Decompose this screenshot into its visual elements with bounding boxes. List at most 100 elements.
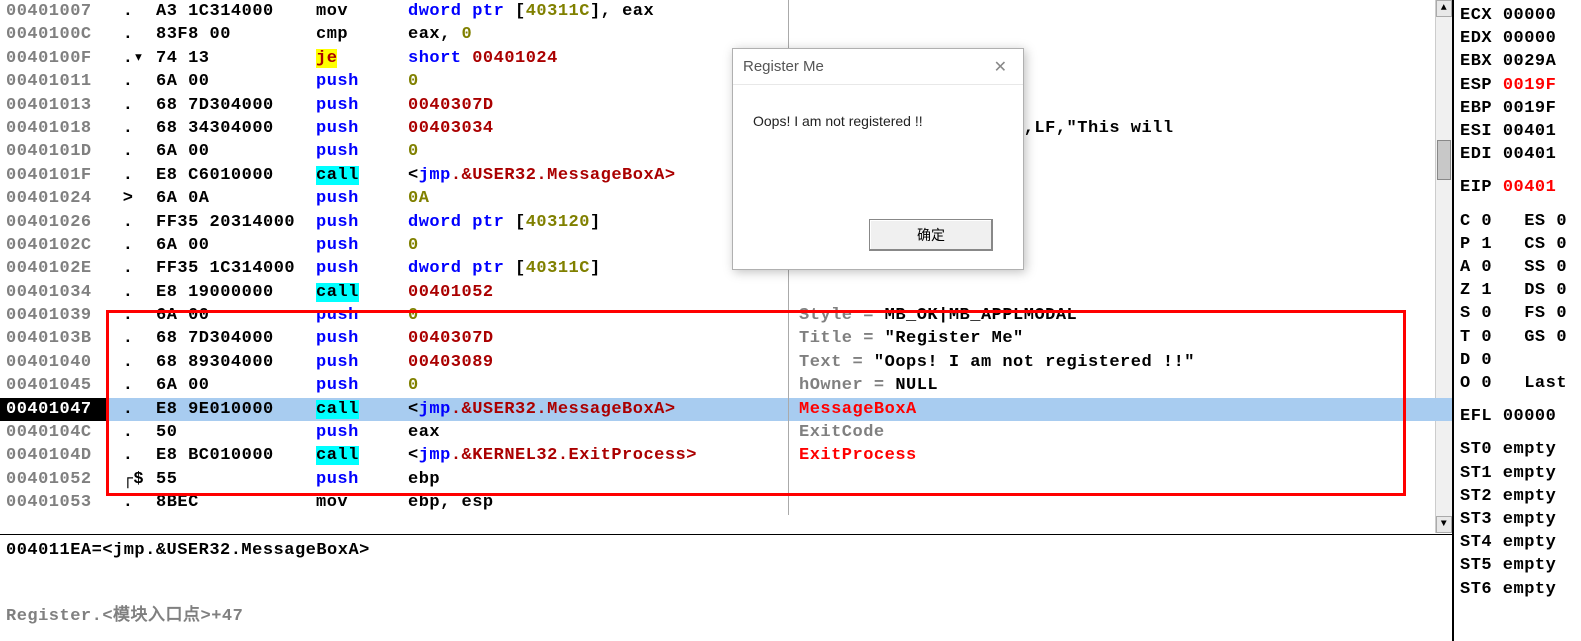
bytes-cell: E8 19000000: [156, 281, 316, 304]
mnemonic-cell: push: [316, 117, 408, 140]
marker-cell: ┌$: [108, 468, 156, 491]
flag-line: A 0 SS 0: [1460, 256, 1581, 279]
operands-cell: 0A: [408, 187, 788, 210]
bytes-cell: 8BEC: [156, 491, 316, 514]
disassembly-table[interactable]: 00401007 .A3 1C314000movdword ptr [40311…: [0, 0, 1452, 535]
disasm-row[interactable]: 00401040 .68 89304000push00403089Text = …: [0, 351, 1452, 374]
status-line-1: 004011EA=<jmp.&USER32.MessageBoxA>: [6, 539, 1446, 563]
address-cell: 0040104D: [0, 444, 108, 467]
disasm-row[interactable]: 00401024 >6A 0Apush0A: [0, 187, 1452, 210]
mnemonic-cell: mov: [316, 0, 408, 23]
disasm-row[interactable]: 00401045 .6A 00push0hOwner = NULL: [0, 374, 1452, 397]
disasm-row[interactable]: 00401052 ┌$55pushebp: [0, 468, 1452, 491]
disasm-row[interactable]: 0040104D .E8 BC010000call<jmp.&KERNEL32.…: [0, 444, 1452, 467]
operands-cell: 00401052: [408, 281, 788, 304]
bytes-cell: A3 1C314000: [156, 0, 316, 23]
register-line: ESP 0019F: [1460, 74, 1581, 97]
comment-cell: MessageBoxA: [788, 398, 1452, 421]
disasm-row[interactable]: 00401013 .68 7D304000push0040307DMe": [0, 94, 1452, 117]
register-line: ECX 00000: [1460, 4, 1581, 27]
mnemonic-cell: je: [316, 47, 408, 70]
dialog-titlebar[interactable]: Register Me ✕: [733, 49, 1023, 85]
fpu-register-line: ST4 empty: [1460, 531, 1581, 554]
disasm-row[interactable]: 00401026 .FF35 20314000pushdword ptr [40…: [0, 211, 1452, 234]
address-cell: 00401018: [0, 117, 108, 140]
operands-cell: eax: [408, 421, 788, 444]
disasm-row[interactable]: 00401011 .6A 00push0APPLMODAL: [0, 70, 1452, 93]
operands-cell: 00403089: [408, 351, 788, 374]
disasm-row[interactable]: 0040100F .▾74 13jeshort 00401024: [0, 47, 1452, 70]
marker-cell: .: [108, 211, 156, 234]
marker-cell: .: [108, 281, 156, 304]
dialog-title: Register Me: [743, 58, 824, 75]
mnemonic-cell: push: [316, 234, 408, 257]
marker-cell: .: [108, 398, 156, 421]
operands-cell: 0: [408, 304, 788, 327]
mnemonic-cell: push: [316, 94, 408, 117]
address-cell: 00401034: [0, 281, 108, 304]
operands-cell: 0: [408, 140, 788, 163]
operands-cell: ebp, esp: [408, 491, 788, 514]
bytes-cell: 50: [156, 421, 316, 444]
operands-cell: ebp: [408, 468, 788, 491]
address-cell: 00401024: [0, 187, 108, 210]
address-cell: 0040100C: [0, 23, 108, 46]
register-line: EDX 00000: [1460, 27, 1581, 50]
marker-cell: .: [108, 94, 156, 117]
disasm-row[interactable]: 00401047 .E8 9E010000call<jmp.&USER32.Me…: [0, 398, 1452, 421]
address-cell: 00401011: [0, 70, 108, 93]
marker-cell: .: [108, 257, 156, 280]
bytes-cell: E8 BC010000: [156, 444, 316, 467]
messagebox-dialog: Register Me ✕ Oops! I am not registered …: [732, 48, 1024, 270]
disasm-row[interactable]: 0040101D .6A 00push0: [0, 140, 1452, 163]
comment-cell: [788, 491, 1452, 514]
bytes-cell: 6A 00: [156, 70, 316, 93]
marker-cell: .: [108, 23, 156, 46]
marker-cell: .: [108, 351, 156, 374]
disasm-row[interactable]: 00401007 .A3 1C314000movdword ptr [40311…: [0, 0, 1452, 23]
disasm-row[interactable]: 0040101F .E8 C6010000call<jmp.&USER32.Me…: [0, 164, 1452, 187]
ok-button[interactable]: 确定: [869, 219, 993, 251]
close-icon[interactable]: ✕: [988, 57, 1013, 77]
bytes-cell: 74 13: [156, 47, 316, 70]
flag-line: Z 1 DS 0: [1460, 279, 1581, 302]
disasm-row[interactable]: 0040102C .6A 00push0: [0, 234, 1452, 257]
mnemonic-cell: call: [316, 164, 408, 187]
disasm-row[interactable]: 0040100C .83F8 00cmpeax, 0: [0, 23, 1452, 46]
operands-cell: 0040307D: [408, 94, 788, 117]
address-cell: 00401045: [0, 374, 108, 397]
disasm-row[interactable]: 0040104C .50pusheaxExitCode: [0, 421, 1452, 444]
operands-cell: dword ptr [40311C], eax: [408, 0, 788, 23]
disassembly-pane: 00401007 .A3 1C314000movdword ptr [40311…: [0, 0, 1454, 641]
bytes-cell: 6A 00: [156, 374, 316, 397]
comment-cell: ExitCode: [788, 421, 1452, 444]
disasm-row[interactable]: 00401018 .68 34304000push00403034 nags t…: [0, 117, 1452, 140]
address-cell: 0040104C: [0, 421, 108, 444]
disasm-row[interactable]: 00401053 .8BECmovebp, esp: [0, 491, 1452, 514]
disasm-row[interactable]: 00401034 .E8 19000000call00401052: [0, 281, 1452, 304]
mnemonic-cell: push: [316, 257, 408, 280]
disasm-row[interactable]: 0040103B .68 7D304000push0040307DTitle =…: [0, 327, 1452, 350]
marker-cell: .: [108, 234, 156, 257]
marker-cell: .: [108, 374, 156, 397]
fpu-register-line: ST5 empty: [1460, 554, 1581, 577]
bytes-cell: 6A 0A: [156, 187, 316, 210]
comment-cell: [788, 0, 1452, 23]
bytes-cell: 68 34304000: [156, 117, 316, 140]
marker-cell: .▾: [108, 47, 156, 70]
marker-cell: .: [108, 304, 156, 327]
disasm-row[interactable]: 00401039 .6A 00push0Style = MB_OK|MB_APP…: [0, 304, 1452, 327]
operands-cell: dword ptr [40311C]: [408, 257, 788, 280]
operands-cell: short 00401024: [408, 47, 788, 70]
mnemonic-cell: push: [316, 421, 408, 444]
bytes-cell: 68 7D304000: [156, 327, 316, 350]
disasm-row[interactable]: 0040102E .FF35 1C314000pushdword ptr [40…: [0, 257, 1452, 280]
scroll-down-icon[interactable]: ▼: [1436, 516, 1452, 533]
fpu-register-line: ST1 empty: [1460, 462, 1581, 485]
operands-cell: dword ptr [403120]: [408, 211, 788, 234]
comment-cell: Title = "Register Me": [788, 327, 1452, 350]
marker-cell: .: [108, 0, 156, 23]
operands-cell: 0040307D: [408, 327, 788, 350]
marker-cell: .: [108, 491, 156, 514]
address-cell: 0040100F: [0, 47, 108, 70]
